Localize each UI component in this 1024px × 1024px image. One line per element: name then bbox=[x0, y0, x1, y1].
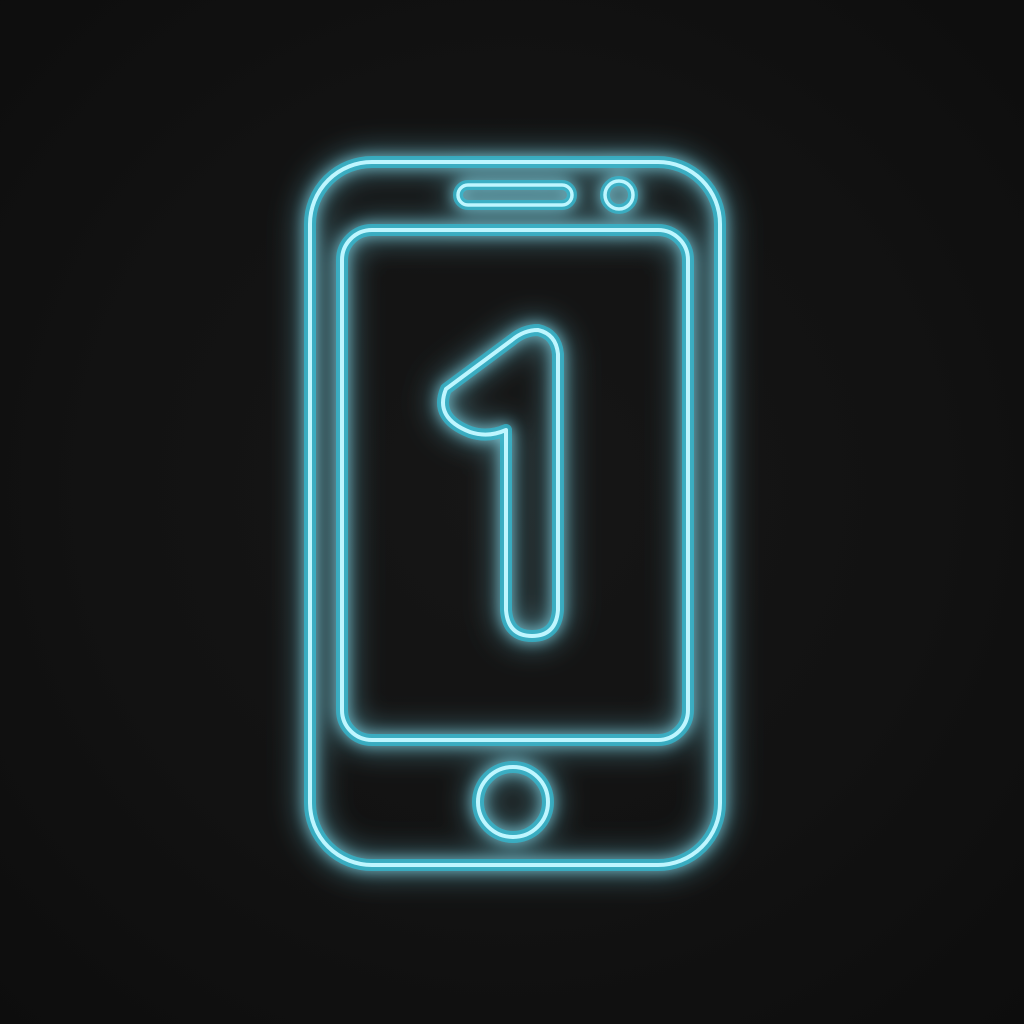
neon-phone-illustration bbox=[304, 156, 726, 871]
smartphone-icon bbox=[304, 156, 726, 871]
number-one-icon bbox=[437, 324, 564, 642]
speaker-slot bbox=[453, 180, 577, 210]
phone-body bbox=[304, 156, 726, 871]
neon-canvas bbox=[0, 0, 1024, 1024]
phone-screen bbox=[336, 224, 694, 746]
